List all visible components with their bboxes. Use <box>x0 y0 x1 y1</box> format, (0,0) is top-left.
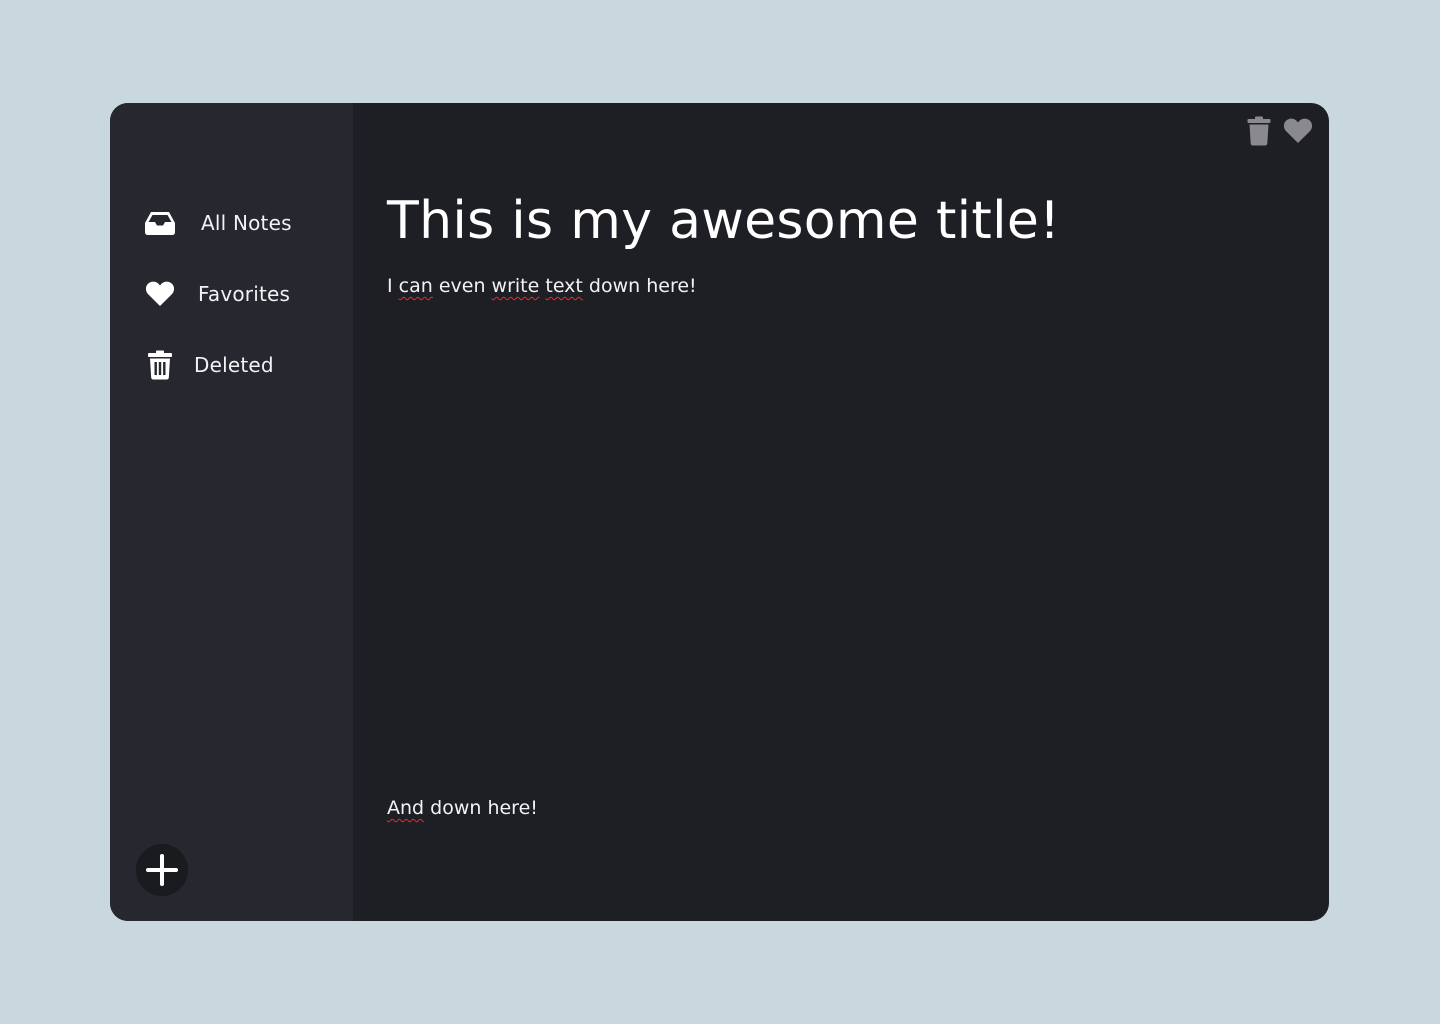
sidebar-item-label: Favorites <box>198 282 291 306</box>
note-text: down here! <box>424 797 538 819</box>
sidebar: All Notes Favorites Deleted <box>110 103 353 921</box>
plus-icon <box>145 853 179 887</box>
note-body-line[interactable]: I can even write text down here! <box>387 275 697 297</box>
misspelled-word: write <box>491 275 540 297</box>
sidebar-item-deleted[interactable]: Deleted <box>144 349 274 381</box>
delete-note-button[interactable] <box>1247 116 1271 146</box>
inbox-icon <box>144 207 176 239</box>
note-text: I <box>387 275 399 297</box>
note-body-line[interactable]: And down here! <box>387 797 538 819</box>
sidebar-item-favorites[interactable]: Favorites <box>144 278 290 310</box>
sidebar-item-label: Deleted <box>194 353 274 377</box>
favorite-note-button[interactable] <box>1283 117 1313 145</box>
note-editor[interactable]: This is my awesome title! I can even wri… <box>353 103 1329 921</box>
trash-icon <box>144 349 176 381</box>
note-title[interactable]: This is my awesome title! <box>387 191 1060 251</box>
add-note-button[interactable] <box>136 844 188 896</box>
sidebar-item-label: All Notes <box>201 211 292 235</box>
misspelled-word: can <box>398 275 433 297</box>
heart-icon <box>144 278 176 310</box>
misspelled-word: text <box>545 275 583 297</box>
note-text: down here! <box>582 275 697 297</box>
trash-icon <box>1247 116 1271 146</box>
sidebar-item-all-notes[interactable]: All Notes <box>144 207 292 239</box>
note-text: even <box>432 275 492 297</box>
misspelled-word: And <box>387 797 425 819</box>
app-window: All Notes Favorites Deleted This is my a… <box>110 103 1329 921</box>
heart-icon <box>1283 117 1313 145</box>
note-toolbar <box>1247 116 1313 146</box>
